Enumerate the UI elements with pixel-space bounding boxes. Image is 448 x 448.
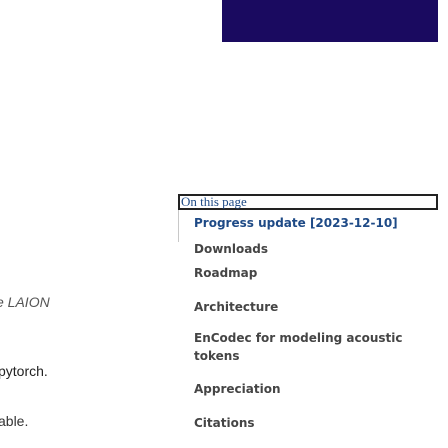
content-text-fragment: pytorch. (0, 363, 48, 379)
toc-item-progress-update[interactable]: Progress update [2023-12-10] (194, 214, 434, 232)
toc-item-architecture[interactable]: Architecture (194, 298, 434, 316)
toc-item-appreciation[interactable]: Appreciation (194, 380, 434, 398)
toc-item-citations[interactable]: Citations (194, 414, 434, 432)
toc-divider (178, 210, 179, 242)
main-content-fragment: e LAION pytorch. able. (0, 0, 120, 448)
toc-item-encodec[interactable]: EnCodec for modeling acoustic tokens (194, 329, 434, 365)
page: e LAION pytorch. able. On this page Prog… (0, 0, 448, 448)
table-of-contents: On this page Progress update [2023-12-10… (177, 194, 438, 448)
toc-item-downloads[interactable]: Downloads (194, 240, 434, 258)
header-bar (222, 0, 438, 42)
content-text-fragment: able. (0, 413, 29, 429)
toc-header-link[interactable]: On this page (178, 194, 438, 210)
content-text-fragment: e LAION (0, 294, 50, 310)
toc-item-roadmap[interactable]: Roadmap (194, 264, 434, 282)
